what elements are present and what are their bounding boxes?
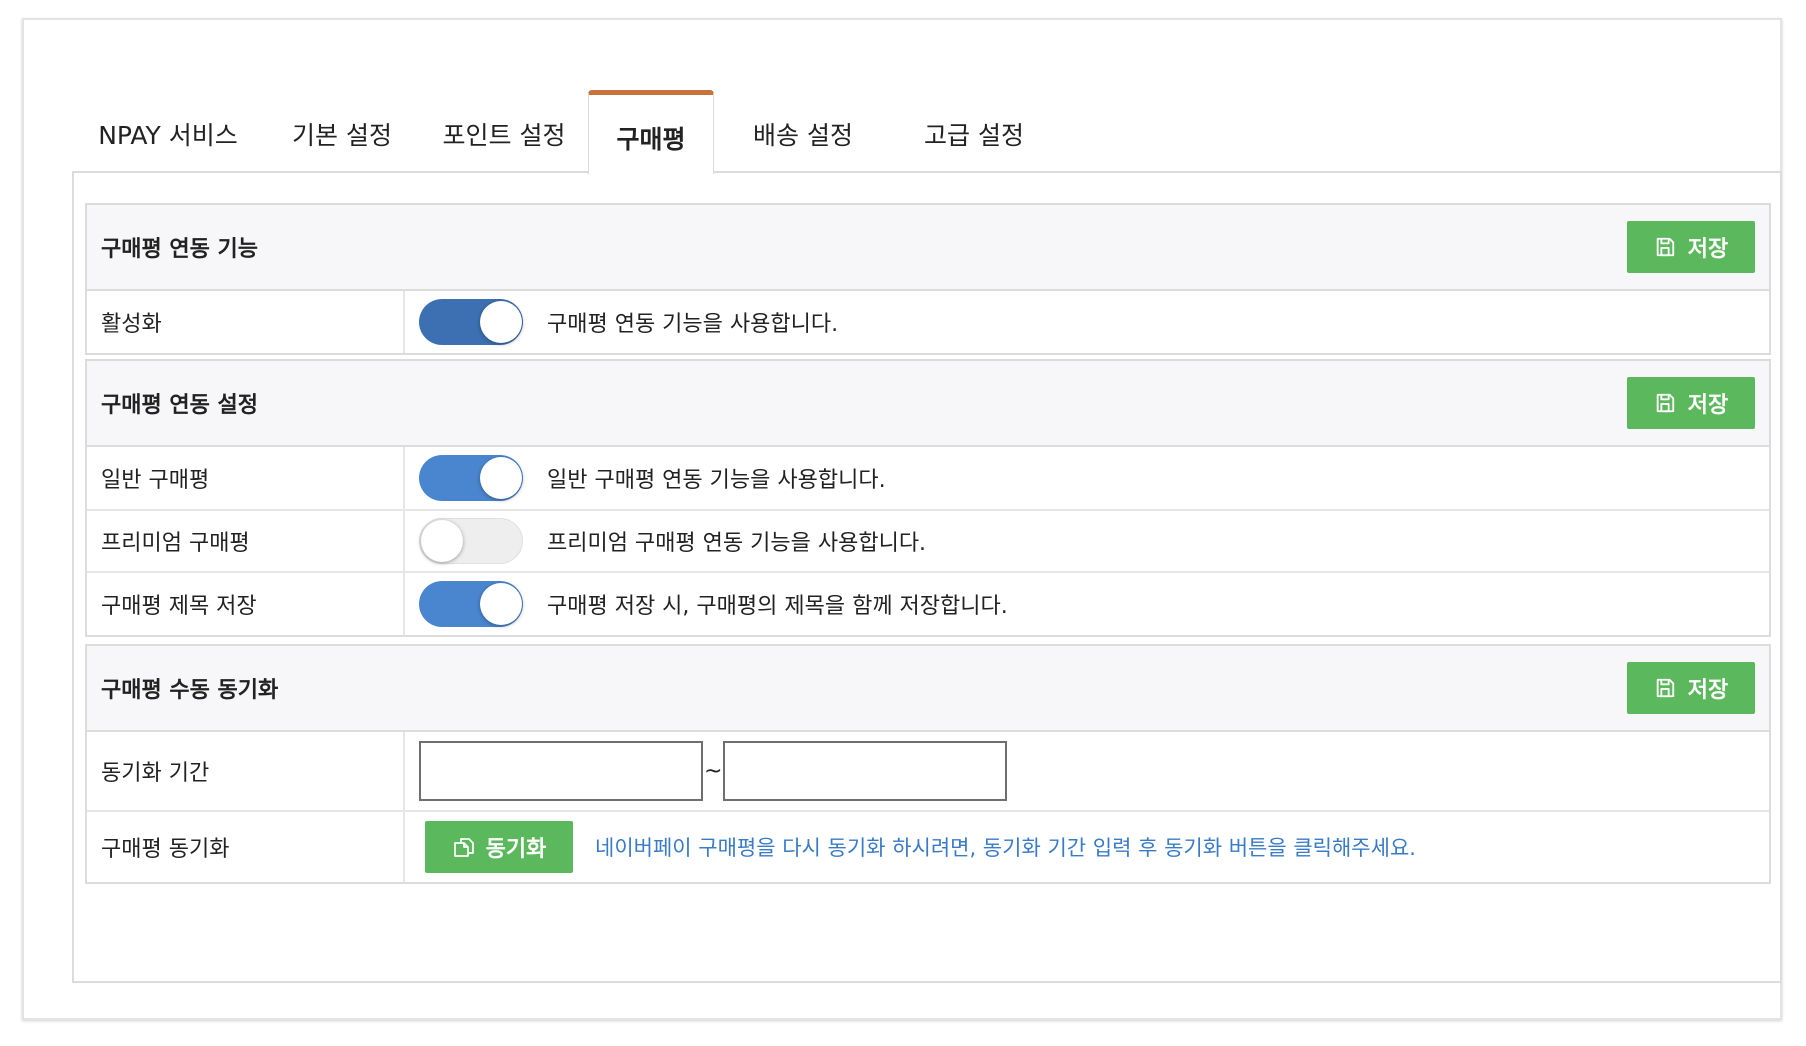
row-description: 프리미엄 구매평 연동 기능을 사용합니다. [547, 531, 927, 556]
section-review-settings: 구매평 연동 설정 저장 일반 구매평 일반 구매평 연동 기능을 사용합니다. [85, 359, 1771, 637]
section-review-feature: 구매평 연동 기능 저장 활성화 구매평 연동 기능을 사용합니다. [85, 203, 1771, 355]
row-description: 구매평 저장 시, 구매평의 제목을 함께 저장합니다. [547, 594, 1008, 619]
save-button[interactable]: 저장 [1627, 377, 1755, 429]
section-title: 구매평 연동 설정 [101, 393, 258, 418]
tab-shipping-settings[interactable]: 배송 설정 [714, 90, 892, 172]
toggle-knob [480, 301, 522, 343]
copy-icon [453, 838, 474, 857]
row-label: 구매평 제목 저장 [87, 573, 405, 635]
date-range-separator: ~ [704, 758, 723, 784]
section-header: 구매평 수동 동기화 저장 [87, 646, 1769, 732]
setting-row-review-sync: 구매평 동기화 동기화 네이버페이 구매평을 다시 동기화 하시려면, 동기화 … [87, 812, 1769, 882]
tab-panel: 구매평 연동 기능 저장 활성화 구매평 연동 기능을 사용합니다. 구매평 연… [72, 171, 1782, 983]
save-button-label: 저장 [1687, 237, 1729, 262]
row-description: 일반 구매평 연동 기능을 사용합니다. [547, 468, 886, 493]
section-title: 구매평 연동 기능 [101, 237, 258, 262]
save-title-toggle[interactable] [419, 581, 523, 627]
row-label: 동기화 기간 [87, 732, 405, 810]
setting-row-premium-review: 프리미엄 구매평 프리미엄 구매평 연동 기능을 사용합니다. [87, 511, 1769, 573]
sync-end-date-input[interactable] [723, 741, 1008, 801]
save-button-label: 저장 [1687, 393, 1729, 418]
save-button[interactable]: 저장 [1627, 662, 1755, 714]
tab-bar: NPAY 서비스 기본 설정 포인트 설정 구매평 배송 설정 고급 설정 [72, 90, 1056, 174]
tab-reviews[interactable]: 구매평 [588, 90, 714, 174]
sync-start-date-input[interactable] [419, 741, 703, 801]
setting-row-save-title: 구매평 제목 저장 구매평 저장 시, 구매평의 제목을 함께 저장합니다. [87, 573, 1769, 635]
row-label: 활성화 [87, 291, 405, 353]
row-content: 구매평 저장 시, 구매평의 제목을 함께 저장합니다. [405, 573, 1769, 635]
sync-button-label: 동기화 [485, 837, 547, 862]
sync-button[interactable]: 동기화 [425, 821, 573, 873]
tab-point-settings[interactable]: 포인트 설정 [420, 90, 588, 172]
floppy-disk-icon [1656, 237, 1674, 257]
floppy-disk-icon [1656, 678, 1674, 698]
row-content: ~ [405, 732, 1769, 810]
save-button-label: 저장 [1687, 678, 1729, 703]
tab-npay-service[interactable]: NPAY 서비스 [72, 90, 264, 172]
row-label: 프리미엄 구매평 [87, 511, 405, 571]
setting-row-sync-period: 동기화 기간 ~ [87, 732, 1769, 812]
row-label: 일반 구매평 [87, 447, 405, 509]
tab-advanced-settings[interactable]: 고급 설정 [892, 90, 1056, 172]
row-content: 프리미엄 구매평 연동 기능을 사용합니다. [405, 511, 1769, 571]
section-manual-sync: 구매평 수동 동기화 저장 동기화 기간 ~ 구매평 동기화 동기화 네이버페이… [85, 644, 1771, 884]
section-header: 구매평 연동 기능 저장 [87, 205, 1769, 291]
tab-basic-settings[interactable]: 기본 설정 [264, 90, 420, 172]
toggle-knob [480, 457, 522, 499]
general-review-toggle[interactable] [419, 455, 523, 501]
section-header: 구매평 연동 설정 저장 [87, 361, 1769, 447]
toggle-knob [480, 583, 522, 625]
sync-help-text: 네이버페이 구매평을 다시 동기화 하시려면, 동기화 기간 입력 후 동기화 … [595, 836, 1416, 860]
save-button[interactable]: 저장 [1627, 221, 1755, 273]
section-title: 구매평 수동 동기화 [101, 678, 279, 703]
row-content: 일반 구매평 연동 기능을 사용합니다. [405, 447, 1769, 509]
toggle-knob [421, 520, 463, 562]
floppy-disk-icon [1656, 393, 1674, 413]
row-label: 구매평 동기화 [87, 812, 405, 882]
activate-toggle[interactable] [419, 299, 523, 345]
settings-card: NPAY 서비스 기본 설정 포인트 설정 구매평 배송 설정 고급 설정 구매… [22, 18, 1782, 1020]
row-description: 구매평 연동 기능을 사용합니다. [547, 312, 839, 337]
setting-row-activate: 활성화 구매평 연동 기능을 사용합니다. [87, 291, 1769, 353]
premium-review-toggle[interactable] [419, 518, 523, 564]
row-content: 동기화 네이버페이 구매평을 다시 동기화 하시려면, 동기화 기간 입력 후 … [405, 812, 1769, 882]
setting-row-general-review: 일반 구매평 일반 구매평 연동 기능을 사용합니다. [87, 447, 1769, 511]
row-content: 구매평 연동 기능을 사용합니다. [405, 291, 1769, 353]
